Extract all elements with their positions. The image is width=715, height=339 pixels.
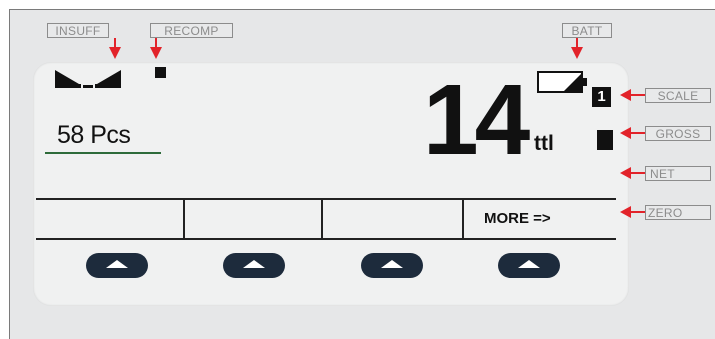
unit-label: ttl [534, 132, 554, 155]
softkey-divider-1 [183, 199, 185, 239]
scale-pointer-arrow [620, 89, 646, 101]
softkey-3-button[interactable] [361, 253, 423, 278]
zero-pointer-arrow [620, 206, 646, 218]
zero-label: ZERO [645, 205, 711, 220]
main-weight-value: 14 [423, 64, 530, 176]
recomp-label: RECOMP [150, 23, 233, 38]
insuff-indicator-icon [55, 70, 121, 88]
softkey-row-top-line [36, 198, 616, 200]
gross-indicator [597, 130, 613, 150]
gross-label: GROSS [645, 126, 711, 141]
net-label: NET [645, 166, 711, 181]
recomp-indicator [155, 67, 166, 78]
battery-icon [537, 71, 587, 93]
softkey-legend-4: MORE => [484, 210, 551, 227]
gross-pointer-arrow [620, 127, 646, 139]
insuff-label: INSUFF [47, 23, 109, 38]
softkey-4-button[interactable] [498, 253, 560, 278]
batt-pointer-arrow [571, 38, 583, 59]
softkey-divider-3 [462, 199, 464, 239]
batt-label: BATT [562, 23, 612, 38]
up-arrow-icon [243, 260, 265, 268]
softkey-1-button[interactable] [86, 253, 148, 278]
softkey-2-button[interactable] [223, 253, 285, 278]
softkey-divider-2 [321, 199, 323, 239]
scale-label: SCALE [645, 88, 711, 103]
softkey-row-bottom-line [36, 238, 616, 240]
scale-number-indicator: 1 [592, 87, 611, 107]
count-underline [45, 152, 161, 154]
piece-count-readout: 58 Pcs [57, 121, 131, 149]
net-pointer-arrow [620, 167, 646, 179]
recomp-pointer-arrow [150, 38, 162, 59]
up-arrow-icon [518, 260, 540, 268]
up-arrow-icon [106, 260, 128, 268]
up-arrow-icon [381, 260, 403, 268]
insuff-pointer-arrow [109, 38, 121, 59]
